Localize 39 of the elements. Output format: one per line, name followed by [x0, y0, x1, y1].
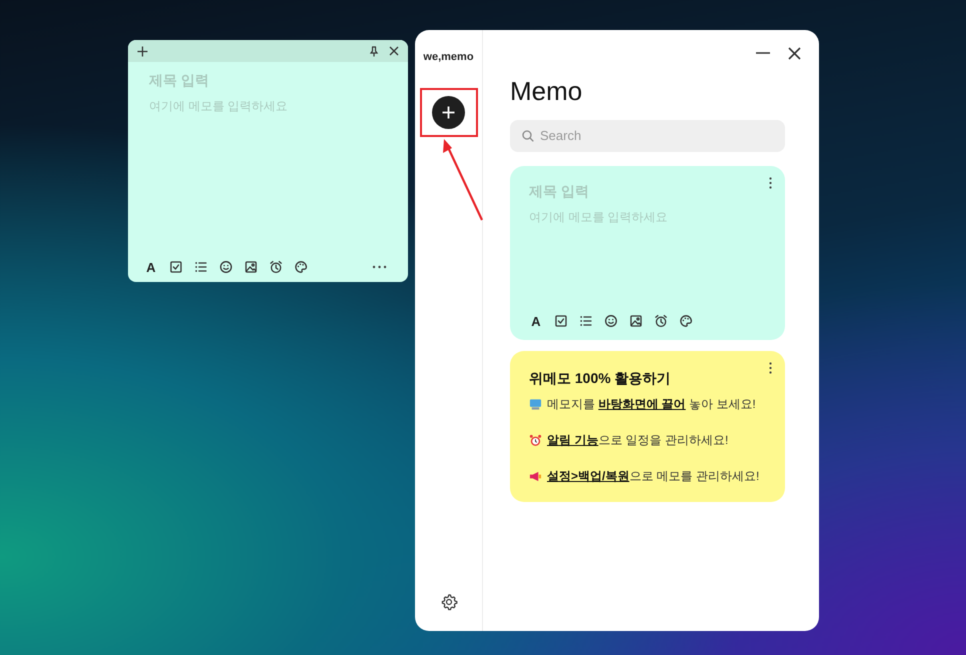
image-icon[interactable] — [244, 260, 258, 274]
alarm-icon[interactable] — [654, 314, 668, 328]
close-icon[interactable] — [788, 46, 801, 60]
add-icon — [442, 106, 455, 118]
memo-title: 위메모 100% 활용하기 — [529, 369, 672, 388]
search-field[interactable]: Search — [510, 120, 785, 152]
search-icon — [522, 130, 534, 142]
search-input[interactable]: Search — [540, 126, 773, 146]
tip-text: 알림 기능으로 일정을 관리하세요! — [547, 432, 728, 449]
computer-icon — [529, 398, 542, 410]
emoji-icon[interactable] — [604, 314, 618, 328]
megaphone-icon — [529, 470, 542, 482]
more-icon[interactable] — [769, 177, 772, 189]
more-icon[interactable] — [769, 362, 772, 374]
checkbox-icon[interactable] — [169, 260, 183, 274]
page-title: Memo — [510, 75, 584, 108]
list-icon[interactable] — [194, 260, 208, 274]
tip-text: 설정>백업/복원으로 메모를 관리하세요! — [547, 468, 760, 485]
new-memo-button[interactable] — [432, 96, 465, 128]
text-format-button[interactable]: A — [144, 260, 158, 274]
image-icon[interactable] — [629, 314, 643, 328]
text-format-button[interactable]: A — [529, 314, 543, 328]
more-icon[interactable] — [372, 265, 387, 269]
memo-card[interactable]: 위메모 100% 활용하기 메모지를 바탕화면에 끌어 놓아 보세요! 알림 기능으로 일정을 관리하세요! 설정>백업/복원으로 메모를 관리하세요! — [510, 351, 785, 502]
minimize-icon[interactable] — [756, 52, 770, 54]
tip-text: 메모지를 바탕화면에 끌어 놓아 보세요! — [547, 396, 756, 413]
list-icon[interactable] — [579, 314, 593, 328]
emoji-icon[interactable] — [219, 260, 233, 274]
palette-icon[interactable] — [294, 260, 308, 274]
checkbox-icon[interactable] — [554, 314, 568, 328]
alarm-icon — [529, 434, 542, 446]
settings-icon[interactable] — [440, 593, 458, 611]
alarm-icon[interactable] — [269, 260, 283, 274]
palette-icon[interactable] — [679, 314, 693, 328]
app-logo: we,memo — [423, 50, 474, 65]
highlight-frame — [420, 88, 478, 137]
pin-icon[interactable] — [369, 46, 379, 56]
add-icon[interactable] — [137, 46, 148, 56]
close-icon[interactable] — [389, 46, 399, 56]
